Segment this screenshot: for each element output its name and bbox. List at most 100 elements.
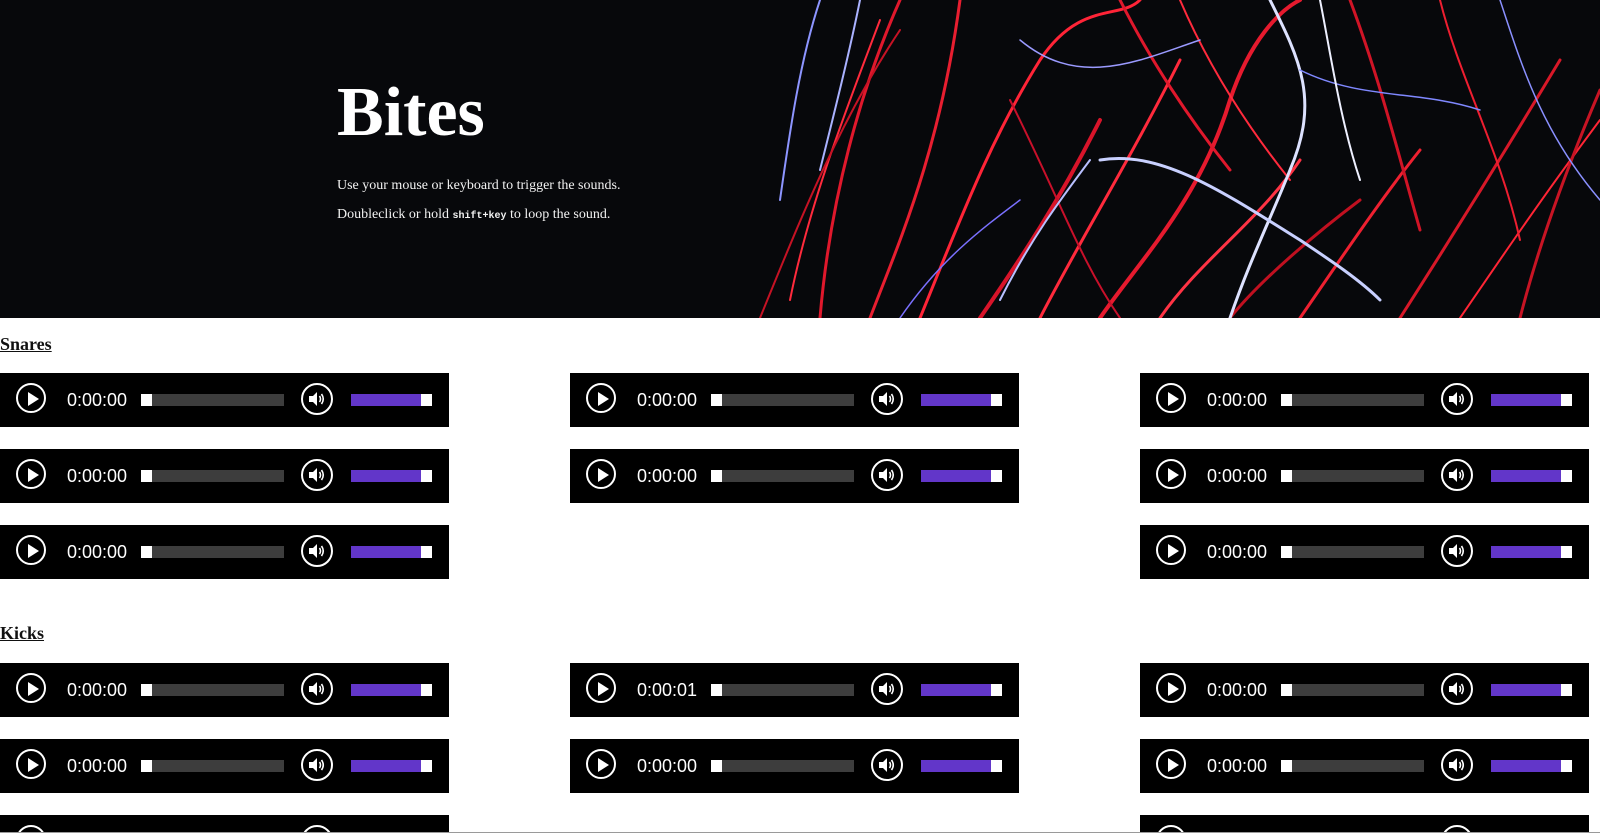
play-icon[interactable] (1156, 749, 1186, 779)
seek-handle[interactable] (1281, 760, 1292, 772)
speaker-volume-icon[interactable] (1441, 749, 1473, 781)
volume-slider[interactable] (351, 394, 432, 406)
play-icon[interactable] (16, 535, 46, 565)
volume-handle[interactable] (421, 684, 432, 696)
speaker-volume-icon[interactable] (301, 749, 333, 781)
seek-handle[interactable] (1281, 546, 1292, 558)
play-icon[interactable] (1156, 825, 1186, 832)
speaker-volume-icon[interactable] (1441, 825, 1473, 832)
volume-handle[interactable] (991, 760, 1002, 772)
volume-slider[interactable] (351, 760, 432, 772)
volume-handle[interactable] (421, 470, 432, 482)
seek-slider[interactable] (141, 394, 284, 406)
volume-level (1491, 470, 1561, 482)
instructions-text: Doubleclick or hold (337, 207, 449, 222)
seek-handle[interactable] (711, 684, 722, 696)
volume-slider[interactable] (921, 394, 1002, 406)
seek-slider[interactable] (1281, 546, 1424, 558)
seek-handle[interactable] (141, 394, 152, 406)
volume-handle[interactable] (1561, 470, 1572, 482)
volume-handle[interactable] (991, 684, 1002, 696)
seek-slider[interactable] (711, 684, 854, 696)
volume-slider[interactable] (351, 684, 432, 696)
volume-handle[interactable] (421, 760, 432, 772)
seek-slider[interactable] (141, 684, 284, 696)
play-icon[interactable] (16, 749, 46, 779)
speaker-volume-icon[interactable] (871, 383, 903, 415)
volume-handle[interactable] (991, 394, 1002, 406)
speaker-volume-icon[interactable] (301, 673, 333, 705)
seek-handle[interactable] (141, 684, 152, 696)
volume-handle[interactable] (1561, 760, 1572, 772)
seek-handle[interactable] (1281, 470, 1292, 482)
volume-slider[interactable] (921, 760, 1002, 772)
volume-level (351, 470, 421, 482)
volume-slider[interactable] (1491, 684, 1572, 696)
volume-slider[interactable] (351, 470, 432, 482)
seek-handle[interactable] (141, 470, 152, 482)
speaker-volume-icon[interactable] (301, 383, 333, 415)
volume-level (351, 394, 421, 406)
play-icon[interactable] (586, 383, 616, 413)
play-icon[interactable] (16, 459, 46, 489)
time-display: 0:00:00 (1207, 390, 1268, 410)
section-title-snares: Snares (0, 334, 52, 354)
speaker-volume-icon[interactable] (1441, 383, 1473, 415)
volume-handle[interactable] (1561, 546, 1572, 558)
play-icon[interactable] (16, 825, 46, 832)
seek-handle[interactable] (711, 470, 722, 482)
speaker-volume-icon[interactable] (1441, 459, 1473, 491)
audio-player: 0:00:00 (570, 739, 1019, 793)
volume-handle[interactable] (1561, 394, 1572, 406)
play-icon[interactable] (586, 459, 616, 489)
seek-slider[interactable] (711, 394, 854, 406)
volume-slider[interactable] (921, 684, 1002, 696)
audio-player: 0:00:00 (0, 373, 449, 427)
seek-slider[interactable] (141, 546, 284, 558)
speaker-volume-icon[interactable] (301, 825, 333, 832)
play-icon[interactable] (1156, 459, 1186, 489)
volume-handle[interactable] (421, 546, 432, 558)
seek-slider[interactable] (1281, 760, 1424, 772)
seek-handle[interactable] (1281, 684, 1292, 696)
play-icon[interactable] (1156, 673, 1186, 703)
play-icon[interactable] (586, 749, 616, 779)
speaker-volume-icon[interactable] (871, 673, 903, 705)
page-title: Bites (337, 74, 485, 151)
seek-slider[interactable] (141, 470, 284, 482)
play-icon[interactable] (1156, 383, 1186, 413)
seek-handle[interactable] (141, 546, 152, 558)
seek-slider[interactable] (711, 470, 854, 482)
time-display: 0:00:00 (1207, 466, 1268, 486)
speaker-volume-icon[interactable] (1441, 673, 1473, 705)
seek-slider[interactable] (1281, 470, 1424, 482)
seek-handle[interactable] (711, 760, 722, 772)
play-icon[interactable] (16, 673, 46, 703)
speaker-volume-icon[interactable] (871, 459, 903, 491)
volume-slider[interactable] (1491, 470, 1572, 482)
speaker-volume-icon[interactable] (301, 459, 333, 491)
volume-handle[interactable] (421, 394, 432, 406)
volume-handle[interactable] (991, 470, 1002, 482)
speaker-volume-icon[interactable] (1441, 535, 1473, 567)
play-icon[interactable] (586, 673, 616, 703)
seek-slider[interactable] (1281, 394, 1424, 406)
volume-level (351, 684, 421, 696)
speaker-volume-icon[interactable] (871, 749, 903, 781)
play-icon[interactable] (1156, 535, 1186, 565)
volume-slider[interactable] (921, 470, 1002, 482)
seek-handle[interactable] (711, 394, 722, 406)
seek-handle[interactable] (1281, 394, 1292, 406)
time-display: 0:00:00 (67, 390, 128, 410)
volume-slider[interactable] (1491, 546, 1572, 558)
volume-handle[interactable] (1561, 684, 1572, 696)
speaker-volume-icon[interactable] (301, 535, 333, 567)
seek-slider[interactable] (711, 760, 854, 772)
volume-slider[interactable] (351, 546, 432, 558)
seek-handle[interactable] (141, 760, 152, 772)
play-icon[interactable] (16, 383, 46, 413)
volume-slider[interactable] (1491, 394, 1572, 406)
seek-slider[interactable] (141, 760, 284, 772)
volume-slider[interactable] (1491, 760, 1572, 772)
seek-slider[interactable] (1281, 684, 1424, 696)
